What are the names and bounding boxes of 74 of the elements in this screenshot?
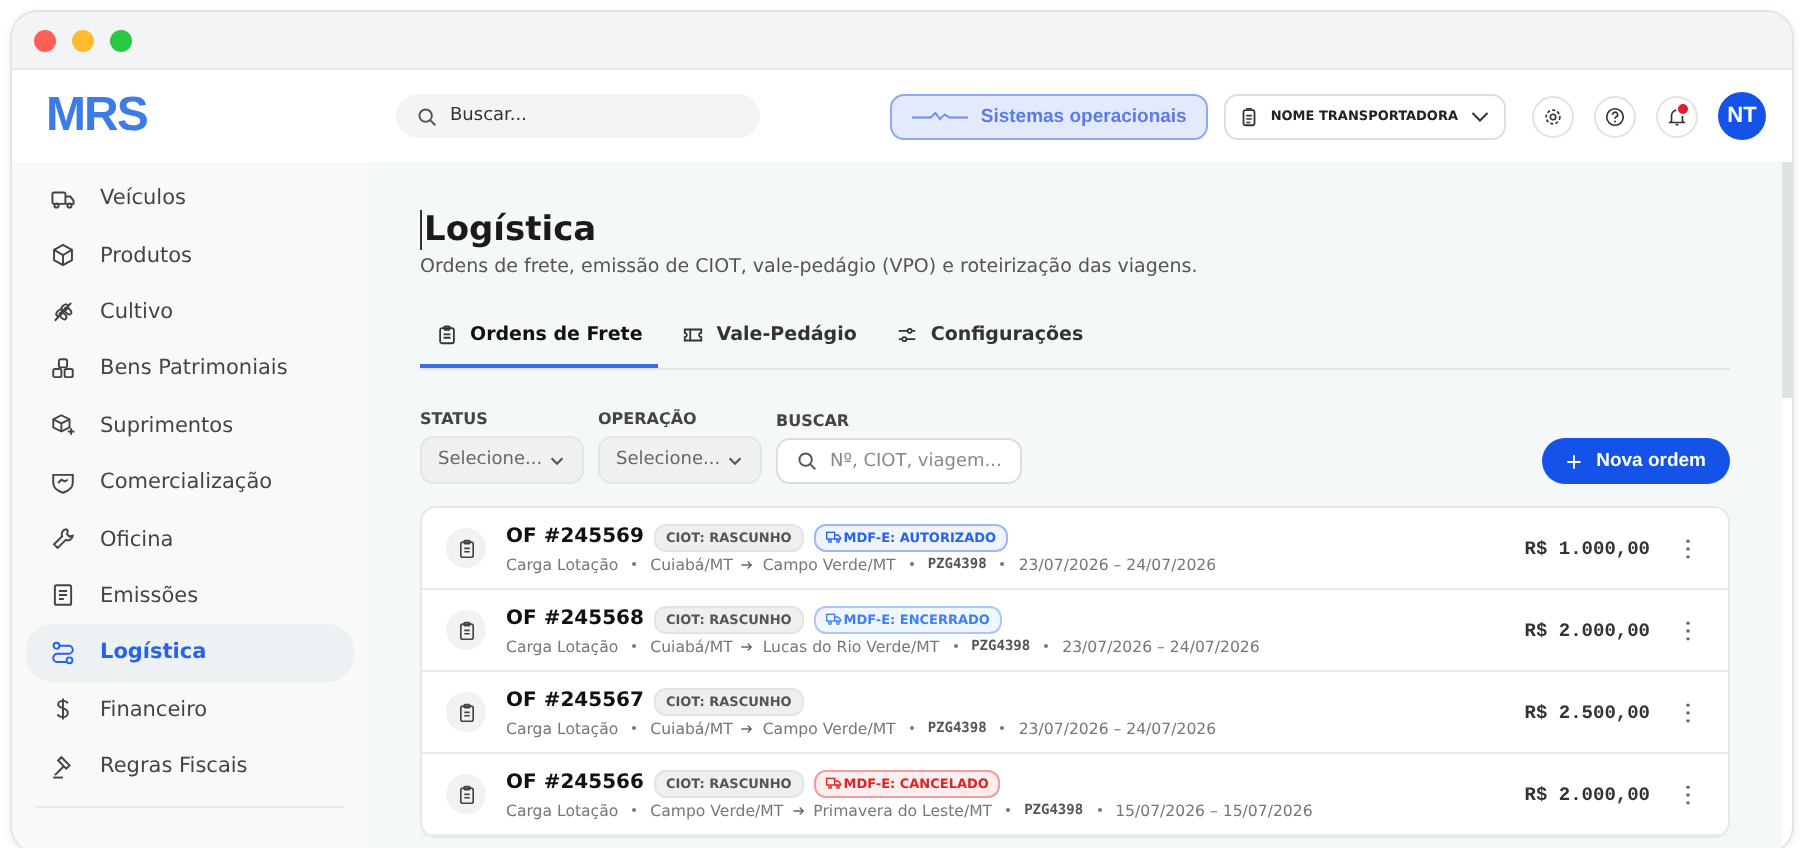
bell-icon <box>1666 105 1688 127</box>
wrench-icon <box>50 526 76 553</box>
filter-label: BUSCAR <box>776 412 850 430</box>
search-field[interactable]: Nº, CIOT, viagem... <box>776 438 1022 484</box>
filter-label: STATUS <box>420 410 488 428</box>
order-number: OF #245567 <box>506 690 644 712</box>
gavel-icon <box>50 753 76 780</box>
scrollbar[interactable] <box>1782 162 1792 398</box>
arrow-right-icon <box>740 639 755 653</box>
logo: MRS <box>46 88 147 142</box>
more-vertical-icon <box>1684 701 1692 723</box>
sidebar-item[interactable]: Comercialização <box>26 453 354 511</box>
cubes-icon <box>50 355 76 382</box>
sidebar-item[interactable]: Produtos <box>26 226 354 284</box>
truck-icon <box>825 776 842 790</box>
clipboard-icon <box>446 528 486 568</box>
help-button[interactable] <box>1594 95 1636 137</box>
more-vertical-icon <box>1684 537 1692 559</box>
order-value: R$ 2.500,00 <box>1524 701 1650 723</box>
sidebar-item[interactable]: Cultivo <box>26 283 354 341</box>
filter-dropdown[interactable]: Selecione... <box>420 436 584 484</box>
clipboard-icon <box>446 692 486 732</box>
order-number: OF #245568 <box>506 608 644 630</box>
order-number: OF #245569 <box>506 526 644 548</box>
sidebar-item[interactable]: Financeiro <box>26 681 354 738</box>
sidebar-item[interactable]: Regras Fiscais <box>26 737 354 795</box>
tab[interactable]: Ordens de Frete <box>420 312 659 368</box>
search-icon <box>796 450 818 472</box>
minimize-window-icon[interactable] <box>72 29 94 51</box>
arrow-right-icon <box>740 721 755 735</box>
user-avatar[interactable]: NT <box>1718 92 1766 140</box>
arrow-right-icon <box>791 803 806 817</box>
close-window-icon[interactable] <box>34 29 56 51</box>
pulse-line-icon <box>912 108 969 124</box>
box-icon <box>50 242 76 269</box>
settings-button[interactable] <box>1532 95 1574 137</box>
clipboard-icon <box>436 324 458 346</box>
tab[interactable]: Configurações <box>880 312 1100 368</box>
sidebar-item[interactable]: Logística <box>26 624 354 682</box>
page-title: Logística <box>420 210 597 250</box>
filter-label: OPERAÇÃO <box>598 410 697 428</box>
package-icon <box>50 412 76 439</box>
more-vertical-icon <box>1684 783 1692 805</box>
maximize-window-icon[interactable] <box>110 29 132 51</box>
truck-icon <box>825 612 842 626</box>
settings-icon <box>1542 105 1564 127</box>
order-value: R$ 2.000,00 <box>1524 619 1650 641</box>
document-icon <box>1238 105 1261 127</box>
more-vertical-icon <box>1684 619 1692 641</box>
sidebar-item[interactable]: Emissões <box>26 567 354 625</box>
filter-dropdown[interactable]: Selecione... <box>598 436 762 484</box>
help-icon <box>1604 105 1626 127</box>
tab[interactable]: Vale-Pedágio <box>666 312 873 368</box>
page-subtitle: Ordens de frete, emissão de CIOT, vale-pedágio (VPO) e roteirização das viagens. <box>420 256 1200 278</box>
ticket-icon <box>682 324 705 346</box>
sidebar-item[interactable]: Suprimentos <box>26 397 354 454</box>
order-value: R$ 2.000,00 <box>1524 783 1650 805</box>
arrow-right-icon <box>740 557 755 571</box>
sliders-icon <box>896 324 919 346</box>
clipboard-icon <box>446 774 486 814</box>
search-field[interactable]: Buscar... <box>396 94 760 138</box>
clipboard-icon <box>446 610 486 650</box>
sidebar-item[interactable]: Veículos <box>26 170 354 227</box>
truck-icon <box>825 530 842 544</box>
notifications-button[interactable] <box>1656 95 1698 137</box>
doc-icon <box>50 582 76 609</box>
plus-icon <box>1566 453 1583 469</box>
order-value: R$ 1.000,00 <box>1524 537 1650 559</box>
route-icon <box>50 639 76 666</box>
sidebar-item[interactable]: Bens Patrimoniais <box>26 340 354 398</box>
order-number: OF #245566 <box>506 772 644 794</box>
search-icon <box>416 105 438 127</box>
sidebar-item[interactable]: Oficina <box>26 510 354 568</box>
new-order-button[interactable]: Nova ordem <box>1542 438 1730 484</box>
